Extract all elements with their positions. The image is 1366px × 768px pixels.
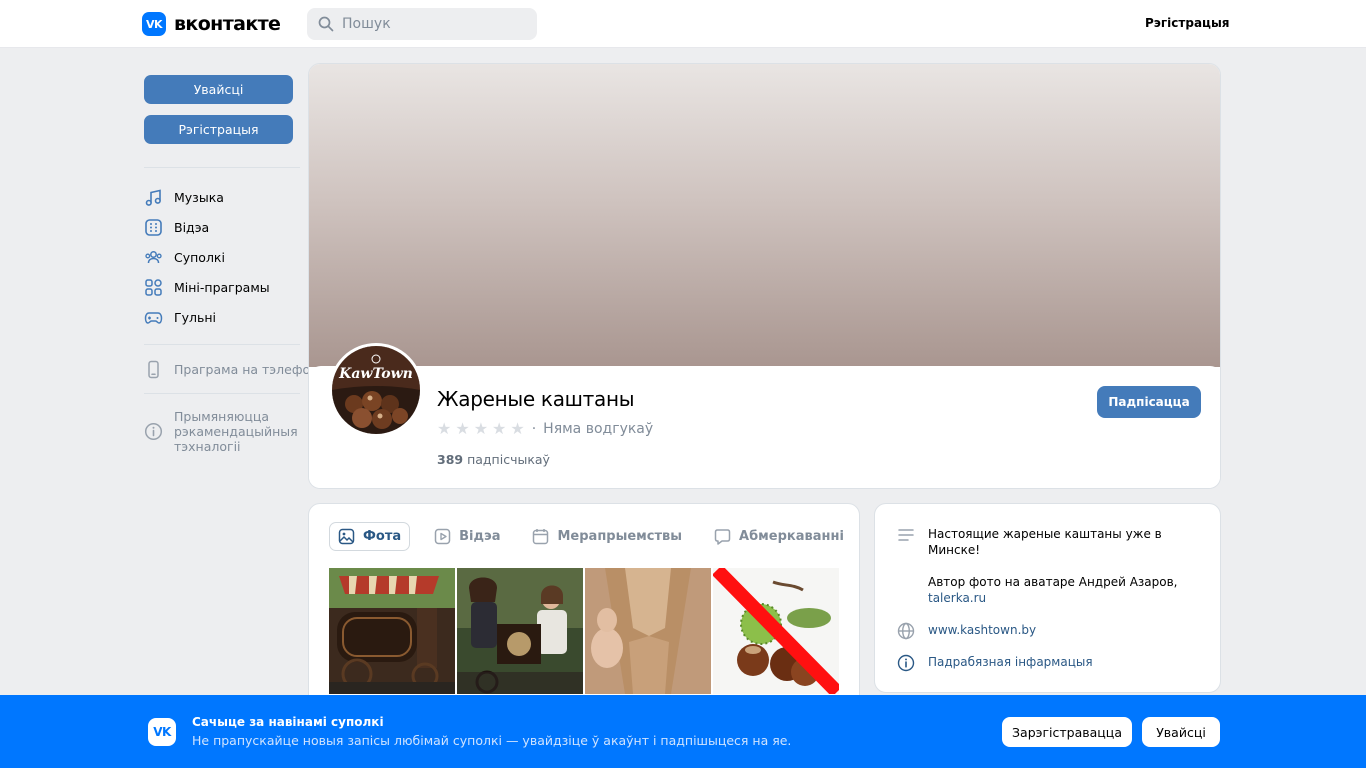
photo-grid	[329, 568, 839, 694]
subscribers-count[interactable]: 389 падпісчыкаў	[437, 452, 550, 467]
star-icon: ★	[455, 419, 470, 438]
subscribe-button[interactable]: Падпісацца	[1097, 386, 1201, 418]
tab-label: Фота	[363, 529, 402, 544]
description-link[interactable]: talerka.ru	[928, 590, 1178, 606]
search-icon	[318, 16, 334, 32]
recommendations-text: Прымяняюцца рэкамендацыйныя тэхналогіі	[174, 409, 298, 454]
sidebar-item-label: Гульні	[174, 309, 217, 325]
sidebar-divider	[144, 393, 300, 394]
group-avatar[interactable]: KawTown	[329, 343, 423, 437]
sidebar-item-label: Відэа	[174, 219, 210, 235]
description-line: Настоящие жареные каштаны уже в Минске!	[928, 527, 1162, 557]
gamepad-icon	[144, 308, 163, 327]
sidebar-item-label: Суполкі	[174, 249, 225, 265]
calendar-icon	[533, 529, 549, 545]
more-info-link[interactable]: Падрабязная інфармацыя	[928, 654, 1093, 672]
recommendations-line: рэкамендацыйныя	[174, 423, 298, 439]
search-box[interactable]	[307, 8, 537, 40]
register-button[interactable]: Рэгістрацыя	[144, 115, 293, 144]
mini-apps-icon	[144, 278, 163, 297]
signup-banner: VK Сачыце за навінамі суполкі Не прапуск…	[0, 695, 1366, 768]
banner-register-button[interactable]: Зарэгістравацца	[1002, 717, 1132, 747]
sidebar-item-recommendations[interactable]: Прымяняюцца рэкамендацыйныя тэхналогіі	[144, 408, 298, 454]
top-header: VK вконтакте Рэгістрацыя	[0, 0, 1366, 48]
star-icon: ★	[437, 419, 452, 438]
photo-thumbnail[interactable]	[329, 568, 455, 694]
photo-thumbnail[interactable]	[585, 568, 711, 694]
star-icon: ★	[473, 419, 489, 438]
text-lines-icon	[897, 526, 915, 544]
sidebar-item-label: Праграма на тэлефон	[174, 361, 319, 377]
more-info[interactable]: Падрабязная інфармацыя	[897, 654, 1093, 672]
sidebar-item-label: Міні-праграмы	[174, 279, 270, 295]
sidebar-item-games[interactable]: Гульні	[144, 306, 216, 328]
subscribers-label: падпісчыкаў	[467, 452, 550, 467]
star-icon: ★	[510, 419, 525, 438]
recommendations-line: Прымяняюцца	[174, 408, 270, 424]
sidebar-divider	[144, 167, 300, 168]
tab-events[interactable]: Мерапрыемствы	[524, 522, 690, 551]
website-link[interactable]: www.kashtown.by	[928, 622, 1036, 640]
sidebar-item-groups[interactable]: Суполкі	[144, 246, 225, 268]
banner-login-button[interactable]: Увайсці	[1142, 717, 1220, 747]
tab-discussions[interactable]: Абмеркаванні	[706, 522, 852, 551]
group-avatar-image: KawTown	[332, 346, 420, 434]
vk-logo[interactable]: VK вконтакте	[142, 12, 281, 36]
photo-icon	[338, 528, 355, 545]
search-input[interactable]	[342, 16, 522, 32]
sidebar-item-music[interactable]: Музыка	[144, 186, 224, 208]
group-header-card: KawTown Жареные каштаны ★ ★ ★ ★ ★ · Няма…	[308, 63, 1221, 489]
video-play-icon	[434, 528, 451, 545]
info-icon	[144, 422, 163, 441]
rating-label: Няма водгукаў	[543, 420, 654, 437]
sidebar-item-phone-app[interactable]: Праграма на тэлефон	[144, 358, 318, 380]
sidebar-item-label: Музыка	[174, 189, 224, 205]
photo-thumbnail[interactable]	[713, 568, 839, 694]
rating-separator: ·	[531, 420, 537, 437]
chat-bubble-icon	[714, 529, 731, 545]
tab-videos[interactable]: Відэа	[426, 522, 508, 551]
banner-title: Сачыце за навінамі суполкі	[192, 715, 384, 729]
groups-icon	[144, 248, 163, 267]
media-tabs: Фота Відэа Мерапрыемствы Абмеркаванні	[329, 522, 852, 551]
info-circle-icon	[897, 654, 915, 672]
group-name: Жареные каштаны	[437, 387, 635, 411]
login-button[interactable]: Увайсці	[144, 75, 293, 104]
tab-label: Мерапрыемствы	[557, 529, 683, 544]
recommendations-line: тэхналогіі	[174, 438, 241, 454]
sidebar-item-video[interactable]: Відэа	[144, 216, 209, 238]
vk-logo-text: вконтакте	[174, 13, 281, 35]
description-line: Автор фото на аватаре Андрей Азаров,	[928, 575, 1178, 589]
phone-icon	[144, 360, 163, 379]
subscribers-number: 389	[437, 452, 464, 467]
video-icon	[144, 218, 163, 237]
star-icon: ★	[492, 419, 507, 438]
tab-label: Відэа	[459, 529, 501, 544]
tab-label: Абмеркаванні	[739, 529, 844, 544]
avatar-logo-text: KawTown	[338, 366, 413, 382]
header-register-link[interactable]: Рэгістрацыя	[1145, 16, 1230, 30]
sidebar-divider	[144, 344, 300, 345]
banner-text: Не прапускайце новыя запісы любімай супо…	[192, 733, 792, 748]
group-info-card: Настоящие жареные каштаны уже в Минске! …	[874, 503, 1221, 693]
tab-photos[interactable]: Фота	[329, 522, 411, 551]
group-cover-image	[309, 64, 1220, 367]
photo-thumbnail[interactable]	[457, 568, 583, 694]
vk-logo-icon: VK	[142, 12, 166, 36]
music-icon	[144, 188, 163, 207]
group-website[interactable]: www.kashtown.by	[897, 622, 1036, 640]
sidebar-item-mini-apps[interactable]: Міні-праграмы	[144, 276, 270, 298]
group-description: Настоящие жареные каштаны уже в Минске! …	[897, 526, 1178, 606]
vk-logo-icon: VK	[148, 718, 176, 746]
group-rating[interactable]: ★ ★ ★ ★ ★ · Няма водгукаў	[437, 419, 653, 438]
globe-icon	[897, 622, 915, 640]
